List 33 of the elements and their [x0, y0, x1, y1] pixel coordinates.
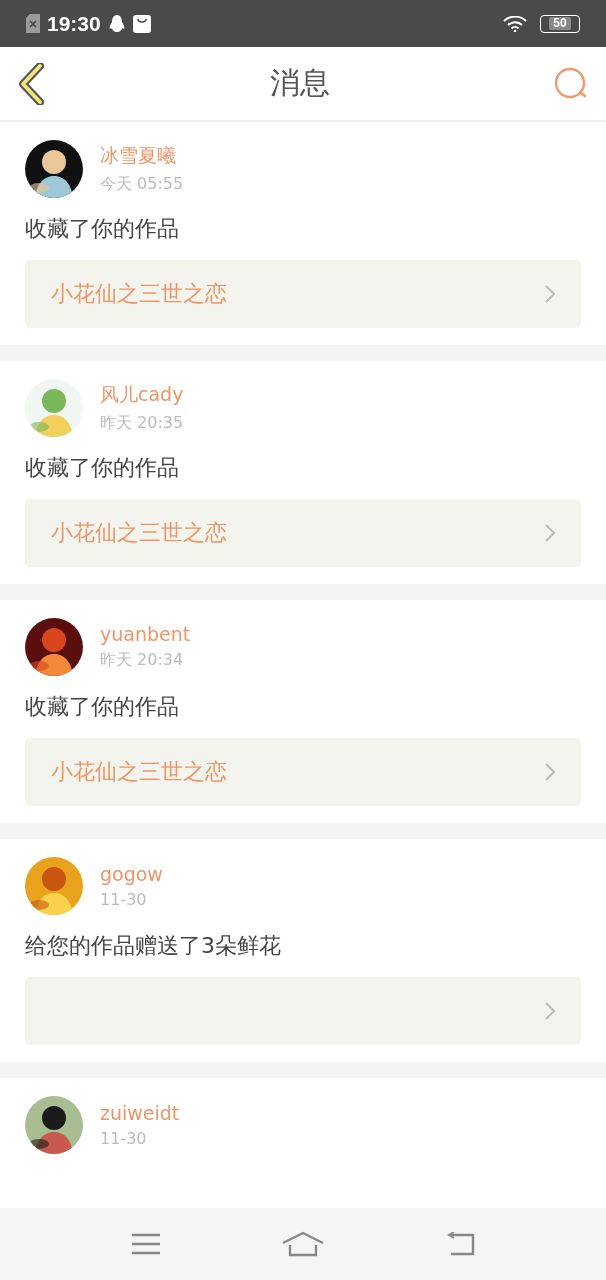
work-link[interactable]: 小花仙之三世之恋 — [25, 738, 581, 806]
sim-card-icon — [26, 14, 40, 33]
message-time: 昨天 20:35 — [100, 413, 184, 434]
message-time: 11-30 — [100, 1129, 148, 1148]
message-text: 收藏了你的作品 — [25, 454, 180, 482]
message-time: 昨天 20:34 — [100, 650, 185, 671]
user-name[interactable]: 风儿cady — [100, 382, 184, 408]
wifi-icon — [503, 15, 527, 32]
work-link[interactable]: 小花仙之三世之恋 — [25, 260, 581, 328]
chevron-icon — [545, 285, 555, 303]
message-text: 给您的作品赠送了3朵鲜花 — [25, 932, 282, 960]
page-title: 消息 — [270, 64, 330, 102]
home-icon[interactable] — [282, 1231, 324, 1257]
message-time: 今天 05:55 — [100, 174, 184, 195]
chevron-icon — [545, 1002, 555, 1020]
clock: 19:30 — [47, 11, 101, 36]
message-text: 收藏了你的作品 — [25, 693, 180, 721]
penguin-icon — [107, 13, 126, 34]
back-icon[interactable] — [18, 62, 46, 105]
user-name[interactable]: zuiweidt — [100, 1102, 180, 1124]
message-time: 11-30 — [100, 890, 148, 909]
chevron-icon — [545, 763, 555, 781]
user-name[interactable]: yuanbent — [100, 623, 191, 645]
search-icon[interactable] — [554, 66, 588, 101]
back-nav-icon[interactable] — [445, 1232, 476, 1256]
user-name[interactable]: gogow — [100, 863, 163, 885]
chevron-icon — [545, 524, 555, 542]
bag-icon — [132, 14, 151, 33]
menu-icon[interactable] — [130, 1233, 161, 1255]
message-text: 收藏了你的作品 — [25, 215, 180, 243]
battery-icon: 50 — [540, 14, 580, 33]
work-link[interactable]: 小花仙之三世之恋 — [25, 499, 581, 567]
user-name[interactable]: 冰雪夏曦 — [100, 143, 184, 169]
